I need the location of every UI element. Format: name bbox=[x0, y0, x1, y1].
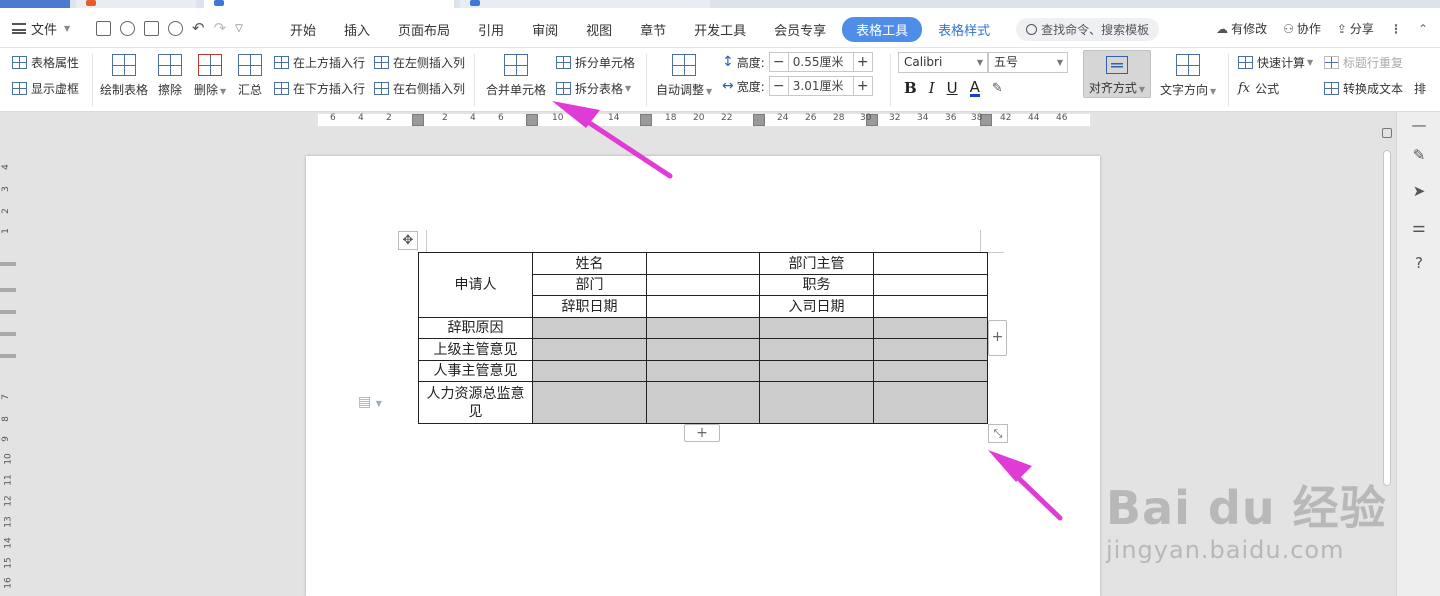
arrow-to-merge-cells bbox=[552, 101, 673, 179]
arrow-to-resize-handle bbox=[988, 450, 1063, 521]
baidu-watermark: Bai du 经验 jingyan.baidu.com bbox=[1106, 481, 1387, 564]
